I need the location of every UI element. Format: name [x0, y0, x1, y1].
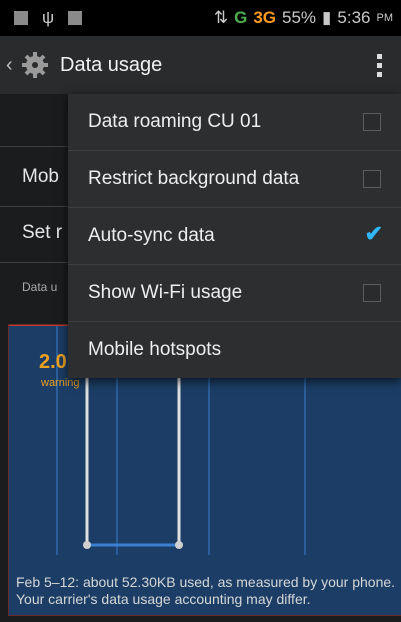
- chart-value: 2.0: [39, 351, 67, 373]
- battery-icon: ▮: [322, 8, 332, 27]
- menu-item-label: Auto-sync data: [88, 225, 215, 246]
- auto-sync-check-icon[interactable]: ✔: [365, 221, 383, 247]
- signal-2-label: 3G: [253, 8, 277, 27]
- restrict-background-checkbox[interactable]: [363, 170, 381, 188]
- usage-footer-note: Feb 5–12: about 52.30KB used, as measure…: [16, 574, 396, 607]
- menu-item-restrict-background[interactable]: Restrict background data: [68, 151, 401, 208]
- battery-percent: 55%: [282, 8, 317, 27]
- status-right: ⇅ G 3G 55% ▮ 5:36 PM: [214, 8, 401, 28]
- chart-warning-label: warning: [41, 377, 80, 389]
- back-icon[interactable]: ‹: [6, 54, 18, 77]
- set-limit-row-label[interactable]: Set r: [22, 222, 62, 244]
- menu-item-data-roaming[interactable]: Data roaming CU 01: [68, 94, 401, 151]
- status-left: ψ: [0, 8, 83, 28]
- menu-item-mobile-hotspots[interactable]: Mobile hotspots: [68, 322, 401, 378]
- menu-item-auto-sync[interactable]: Auto-sync data ✔: [68, 208, 401, 265]
- menu-item-show-wifi[interactable]: Show Wi-Fi usage: [68, 265, 401, 322]
- overflow-menu: Data roaming CU 01 Restrict background d…: [68, 94, 401, 378]
- clock-time: 5:36: [337, 8, 371, 27]
- menu-item-label: Mobile hotspots: [88, 339, 222, 360]
- data-transfer-icon: ⇅: [213, 8, 229, 27]
- menu-item-label: Show Wi-Fi usage: [88, 282, 243, 303]
- data-roaming-checkbox[interactable]: [363, 113, 381, 131]
- signal-1-label: G: [234, 8, 248, 27]
- overflow-menu-icon[interactable]: [375, 53, 383, 77]
- data-usage-cycle-label: Data u: [22, 280, 58, 294]
- menu-item-label: Data roaming CU 01: [88, 111, 262, 132]
- mobile-data-row-label[interactable]: Mob: [22, 166, 59, 188]
- clock-ampm: PM: [376, 12, 394, 24]
- action-bar: ‹ Data usage: [0, 36, 401, 94]
- status-bar: ψ ⇅ G 3G 55% ▮ 5:36 PM: [0, 0, 401, 36]
- page-title: Data usage: [60, 53, 163, 76]
- screenshot-icon: [68, 11, 83, 25]
- settings-gear-icon[interactable]: [20, 50, 50, 80]
- menu-item-label: Restrict background data: [88, 168, 300, 189]
- notification-icon: [14, 11, 28, 25]
- usb-icon: ψ: [42, 8, 55, 27]
- show-wifi-checkbox[interactable]: [363, 284, 381, 302]
